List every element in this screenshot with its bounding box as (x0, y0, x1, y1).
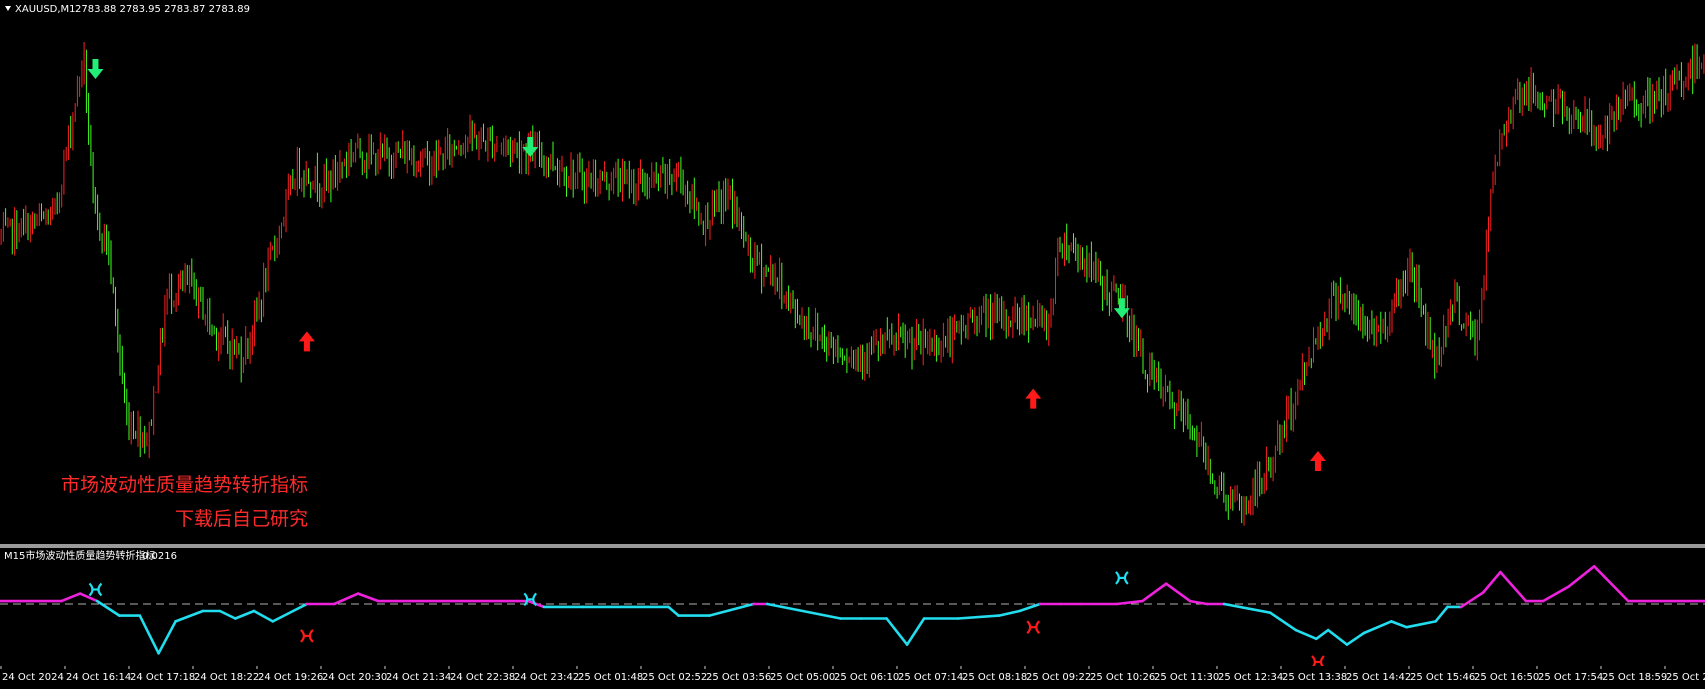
time-tick-label: 25 Oct 09:22 (1026, 672, 1091, 683)
buy-arrow-icon (298, 331, 315, 352)
indicator-segment (78, 592, 99, 603)
time-tick-label: 24 Oct 22:38 (450, 672, 515, 683)
time-tick-label: 25 Oct 03:56 (706, 672, 771, 683)
indicator-segment (1567, 564, 1596, 588)
indicator-segment (997, 609, 1021, 617)
time-tick-label: 24 Oct 20:30 (322, 672, 387, 683)
time-tick-label: 25 Oct 06:10 (834, 672, 899, 683)
indicator-segment (1434, 605, 1449, 623)
time-tick-label: 24 Oct 18:22 (194, 672, 259, 683)
time-tick-label: 25 Oct 20 (1666, 672, 1705, 683)
indicator-segment (1315, 628, 1330, 641)
time-tick-label: 25 Oct 01:48 (578, 672, 643, 683)
indicator-segment (885, 617, 909, 646)
time-axis: 24 Oct 2024 24 Oct 16:14 24 Oct 17:18 24 Oc… (0, 666, 1705, 689)
indicator-segment (157, 620, 177, 655)
signal-arrows (87, 59, 1326, 471)
time-tick-label: 25 Oct 10:26 (1090, 672, 1155, 683)
indicator-segment (1459, 591, 1485, 609)
time-tick-label: 25 Oct 12:34 (1218, 672, 1283, 683)
indicator-segment (905, 617, 926, 646)
time-tick-label: 25 Oct 15:46 (1410, 672, 1475, 683)
sell-arrow-icon (522, 137, 539, 157)
indicator-segment (765, 602, 842, 620)
indicator-note-subtitle: 下载后自己研究 (175, 508, 308, 530)
time-tick-label: 24 Oct 19:26 (258, 672, 323, 683)
time-tick-label: 25 Oct 14:42 (1346, 672, 1411, 683)
indicator-segment (1362, 620, 1393, 635)
indicator-segment (1222, 602, 1272, 614)
indicator-segment (1018, 602, 1042, 613)
time-tick-label: 25 Oct 07:14 (898, 672, 963, 683)
indicator-signal-marks (88, 571, 1325, 666)
time-tick-label: 24 Oct 16:14 (66, 672, 131, 683)
time-tick-label: 24 Oct 21:34 (386, 672, 451, 683)
indicator-segment (252, 609, 275, 623)
candlestick-series (0, 42, 1705, 526)
indicator-pane[interactable]: M15市场波动性质量趋势转折指标 0.0216 (0, 548, 1705, 666)
time-tick-label: 25 Oct 11:30 (1154, 672, 1219, 683)
indicator-chart[interactable]: M15市场波动性质量趋势转折指标 0.0216 (0, 548, 1705, 666)
indicator-note-title: 市场波动性质量趋势转折指标 (61, 474, 308, 496)
sell-cross-icon (1115, 571, 1129, 585)
sell-cross-icon (88, 582, 103, 597)
symbol-label: XAUUSD,M1 (15, 4, 76, 15)
indicator-segment (1541, 585, 1570, 603)
time-tick-label: 24 Oct 23:42 (514, 672, 579, 683)
indicator-segment (234, 609, 256, 620)
sell-arrow-icon (87, 59, 104, 79)
time-tick-label: 25 Oct 16:50 (1474, 672, 1539, 683)
indicator-segment (707, 602, 755, 617)
indicator-segment (356, 592, 380, 603)
symbol-menu-triangle-icon[interactable] (5, 6, 11, 11)
indicator-segment (1345, 631, 1366, 646)
indicator-segment (1326, 628, 1349, 646)
time-tick-label: 25 Oct 02:52 (642, 672, 707, 683)
indicator-segment (60, 592, 82, 603)
time-tick-label: 24 Oct 2024 (2, 672, 64, 683)
indicator-segment (1499, 570, 1528, 603)
indicator-segment (1164, 582, 1192, 603)
indicator-segment (95, 599, 121, 617)
indicator-segment (218, 609, 237, 620)
ohlc-readout: 2783.88 2783.95 2783.87 2783.89 (75, 4, 250, 15)
buy-cross-icon (1311, 655, 1325, 666)
indicator-segment (174, 609, 205, 623)
indicator-segment (1141, 582, 1168, 603)
indicator-segment (138, 614, 160, 655)
buy-cross-icon (300, 629, 314, 643)
time-tick-label: 25 Oct 05:00 (770, 672, 835, 683)
time-tick-label: 24 Oct 17:18 (130, 672, 195, 683)
buy-arrow-icon (1025, 388, 1042, 409)
time-tick-label: 25 Oct 08:18 (962, 672, 1027, 683)
indicator-segment (956, 614, 1001, 620)
chart-window[interactable]: XAUUSD,M1 2783.88 2783.95 2783.87 2783.8… (0, 0, 1705, 689)
time-tick-label: 25 Oct 13:38 (1282, 672, 1347, 683)
indicator-name: M15市场波动性质量趋势转折指标 (4, 549, 155, 562)
indicator-line-series (0, 564, 1705, 655)
indicator-segment (1592, 564, 1630, 603)
indicator-value: 0.0216 (142, 551, 177, 562)
sell-cross-icon (523, 592, 538, 607)
indicator-segment (1268, 611, 1298, 632)
indicator-segment (1405, 620, 1437, 629)
time-tick-label: 25 Oct 18:59 (1602, 672, 1667, 683)
indicator-segment (332, 592, 360, 606)
indicator-segment (1188, 599, 1209, 606)
buy-cross-icon (1026, 620, 1041, 634)
buy-arrow-icon (1309, 451, 1326, 471)
time-tick-label: 25 Oct 17:54 (1538, 672, 1603, 683)
indicator-segment (1294, 628, 1318, 641)
indicator-segment (1482, 570, 1502, 594)
indicator-segment (667, 605, 680, 617)
price-chart[interactable]: XAUUSD,M1 2783.88 2783.95 2783.87 2783.8… (0, 0, 1705, 544)
time-axis-labels: 24 Oct 2024 24 Oct 16:1424 Oct 17:1824 Oc… (0, 666, 1705, 683)
price-chart-pane[interactable]: XAUUSD,M1 2783.88 2783.95 2783.87 2783.8… (0, 0, 1705, 544)
indicator-segment (271, 602, 309, 623)
indicator-segment (1390, 620, 1408, 629)
